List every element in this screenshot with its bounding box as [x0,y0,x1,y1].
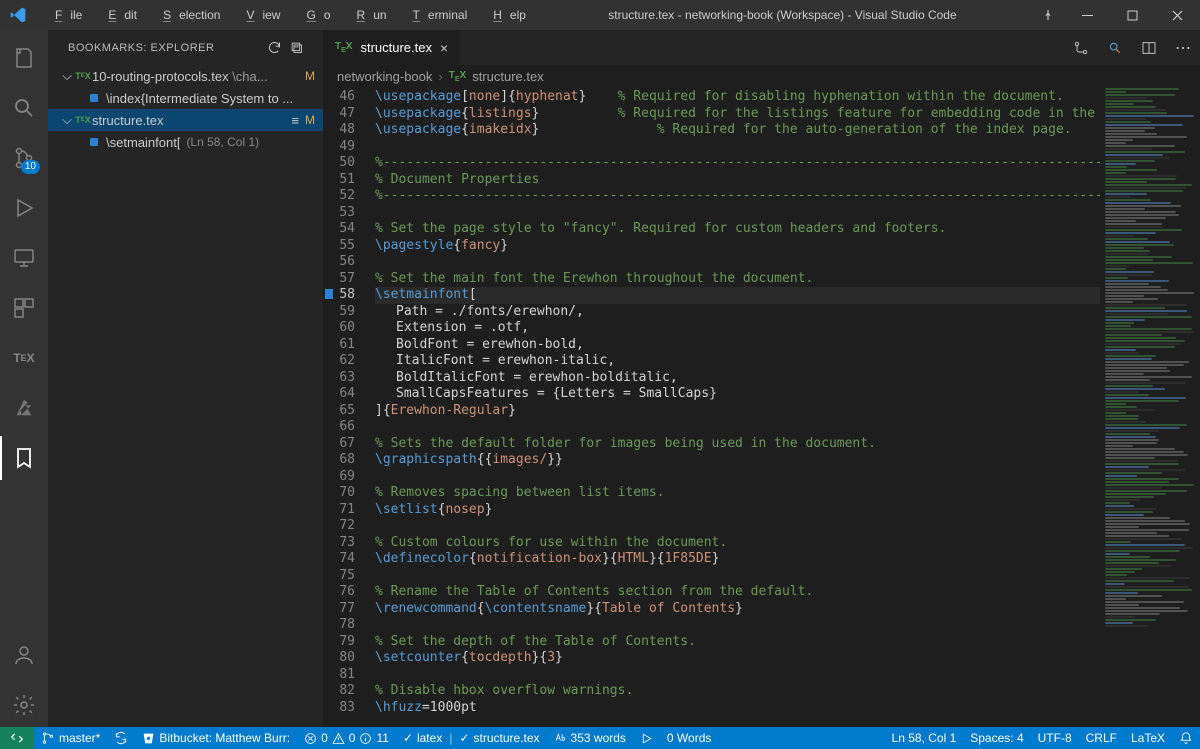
breadcrumb-item[interactable]: networking-book [337,69,432,84]
editor[interactable]: 4647484950515253545556575859606162636465… [323,87,1200,727]
search-icon[interactable] [0,86,48,130]
tex-file-icon: TEX [449,70,466,83]
pin-icon[interactable] [1031,8,1065,22]
vscode-logo [0,7,35,23]
code-content[interactable]: \usepackage[none]{hyphenat} % Required f… [369,87,1100,727]
file-check[interactable]: ✓ structure.tex [452,727,546,749]
bookmark-file-node[interactable]: ⌵TEXstructure.tex≡M [48,109,323,131]
breadcrumb[interactable]: networking-book › TEX structure.tex [323,65,1200,87]
word-count[interactable]: 353 words [547,727,633,749]
breadcrumb-item[interactable]: structure.tex [472,69,544,84]
bookmark-file-node[interactable]: ⌵TEX10-routing-protocols.tex \cha...M [48,65,323,87]
tab-structure-tex[interactable]: TEX structure.tex × [323,30,461,65]
more-actions-icon[interactable]: ⋯ [1166,30,1200,65]
scm-badge: 10 [21,160,40,174]
remote-indicator[interactable] [0,727,34,749]
notifications-icon[interactable] [1172,727,1200,749]
build-latex-icon[interactable] [1098,30,1132,65]
close-button[interactable] [1155,0,1200,30]
minimize-button[interactable] [1065,0,1110,30]
problems-status[interactable]: 0 0 11 [297,727,396,749]
status-bar: master* Bitbucket: Matthew Burr: 0 0 11 … [0,727,1200,749]
source-control-icon[interactable]: 10 [0,136,48,180]
encoding[interactable]: UTF-8 [1031,727,1079,749]
live-share[interactable] [633,727,660,749]
menu-run[interactable]: Run [341,4,395,26]
words-0[interactable]: 0 Words [660,727,718,749]
extensions-icon[interactable] [0,286,48,330]
compare-changes-icon[interactable] [1064,30,1098,65]
bitbucket-status[interactable]: Bitbucket: Matthew Burr: [135,727,297,749]
chevron-right-icon: › [438,69,442,84]
split-editor-icon[interactable] [1132,30,1166,65]
window-controls [1065,0,1200,30]
cursor-position[interactable]: Ln 58, Col 1 [885,727,964,749]
menu-bar: FileEditSelectionViewGoRunTerminalHelp [35,4,534,26]
accounts-icon[interactable] [0,633,48,677]
eol[interactable]: CRLF [1079,727,1124,749]
sidebar-title: BOOKMARKS: EXPLORER [68,42,267,54]
editor-area: TEX structure.tex × ⋯ networking-book › … [323,30,1200,727]
remote-explorer-icon[interactable] [0,236,48,280]
bookmark-tree: ⌵TEX10-routing-protocols.tex \cha...M\in… [48,65,323,153]
sidebar-header: BOOKMARKS: EXPLORER [48,30,323,65]
sidebar: BOOKMARKS: EXPLORER ⌵TEX10-routing-proto… [48,30,323,727]
editor-tabs: TEX structure.tex × ⋯ [323,30,1200,65]
run-debug-icon[interactable] [0,186,48,230]
latex-check[interactable]: ✓ latex [396,727,449,749]
bookmark-item[interactable]: \setmainfont[(Ln 58, Col 1) [48,131,323,153]
menu-selection[interactable]: Selection [147,4,228,26]
indentation[interactable]: Spaces: 4 [963,727,1030,749]
menu-help[interactable]: Help [477,4,534,26]
sync-icon[interactable] [107,727,135,749]
window-title: structure.tex - networking-book (Workspa… [534,8,1031,22]
explorer-icon[interactable] [0,36,48,80]
tex-file-icon: TEX [335,41,352,54]
tab-close-icon[interactable]: × [440,40,448,56]
menu-go[interactable]: Go [290,4,338,26]
activity-bar: 10 TEX [0,30,48,727]
minimap[interactable] [1100,87,1200,727]
menu-edit[interactable]: Edit [92,4,145,26]
latex-icon[interactable]: TEX [0,336,48,380]
settings-gear-icon[interactable] [0,683,48,727]
bookmark-icon [90,138,98,146]
title-bar: FileEditSelectionViewGoRunTerminalHelp s… [0,0,1200,30]
collapse-all-icon[interactable] [289,40,311,55]
azure-icon[interactable] [0,386,48,430]
git-branch[interactable]: master* [34,727,107,749]
maximize-button[interactable] [1110,0,1155,30]
menu-file[interactable]: File [39,4,90,26]
tab-label: structure.tex [360,40,432,55]
bookmark-icon [90,94,98,102]
menu-terminal[interactable]: Terminal [397,4,476,26]
bookmarks-icon[interactable] [0,436,48,480]
refresh-icon[interactable] [267,40,289,55]
bookmark-item[interactable]: \index{Intermediate System to ... [48,87,323,109]
menu-view[interactable]: View [230,4,288,26]
line-gutter: 4647484950515253545556575859606162636465… [323,87,369,727]
language-mode[interactable]: LaTeX [1124,727,1172,749]
